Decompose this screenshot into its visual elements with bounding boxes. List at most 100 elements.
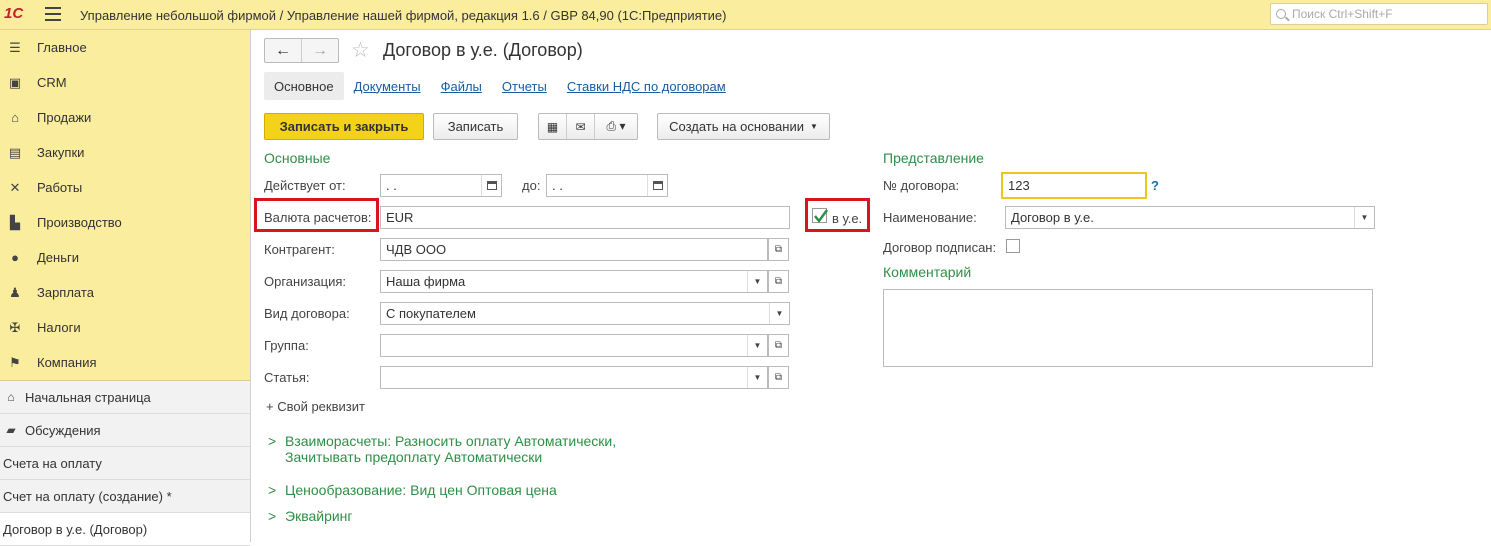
window-discussions[interactable]: ▰ Обсуждения	[0, 414, 250, 447]
sidebar-item-label: CRM	[37, 75, 67, 90]
sidebar-item-label: Зарплата	[37, 285, 94, 300]
search-input[interactable]: Поиск Ctrl+Shift+F	[1270, 3, 1488, 25]
currency-label: Валюта расчетов:	[264, 210, 372, 225]
back-arrow-icon[interactable]: ←	[265, 39, 302, 62]
sidebar-item-money[interactable]: ● Деньги	[0, 240, 250, 275]
1c-logo[interactable]: 1С	[4, 5, 23, 22]
tab-reports[interactable]: Отчеты	[492, 72, 557, 100]
tab-main[interactable]: Основное	[264, 72, 344, 100]
main-group-title: Основные	[264, 150, 331, 166]
mail-icon[interactable]: ✉	[567, 114, 595, 139]
sidebar-item-crm[interactable]: ▣ CRM	[0, 65, 250, 100]
create-based-on-button[interactable]: Создать на основании ▼	[657, 113, 830, 140]
help-icon[interactable]: ?	[1151, 178, 1159, 193]
sidebar-item-label: Компания	[37, 355, 97, 370]
sidebar-item-company[interactable]: ⚑ Компания	[0, 345, 250, 380]
tab-files[interactable]: Файлы	[431, 72, 492, 100]
open-counterparty-icon[interactable]: ⧉	[768, 238, 789, 261]
contract-type-label: Вид договора:	[264, 306, 350, 321]
chevron-right-icon: >	[268, 508, 277, 524]
section-panel: ☰ Главное ▣ CRM ⌂ Продажи ▤ Закупки ✕ Работы …	[0, 30, 250, 381]
favorite-star-icon[interactable]: ☆	[351, 38, 370, 63]
window-home[interactable]: ⌂ Начальная страница	[0, 381, 250, 414]
flag-icon: ⚑	[9, 354, 21, 370]
home-icon: ⌂	[7, 390, 15, 404]
page-title: Договор в у.е. (Договор)	[383, 40, 583, 60]
contract-number-field[interactable]: 123	[1001, 172, 1147, 199]
settlements-line2: Зачитывать предоплату Автоматически	[285, 449, 543, 465]
window-invoice-new[interactable]: Счет на оплату (создание) *	[0, 480, 250, 513]
open-organization-icon[interactable]: ⧉	[768, 270, 789, 293]
chat-icon: ▰	[6, 423, 16, 437]
settlements-group[interactable]: > Взаиморасчеты: Разносить оплату Автома…	[268, 433, 616, 465]
valid-from-label: Действует от:	[264, 178, 346, 193]
nav-buttons: ← →	[264, 38, 339, 63]
main-menu-icon[interactable]	[45, 7, 61, 21]
acquiring-group[interactable]: > Эквайринг	[268, 508, 353, 524]
contract-name-field[interactable]: Договор в у.е. ▼	[1005, 206, 1375, 229]
article-label: Статья:	[264, 370, 310, 385]
comment-field[interactable]	[883, 289, 1373, 367]
calendar-icon[interactable]	[481, 175, 501, 196]
chevron-right-icon: >	[268, 433, 277, 449]
sidebar-item-sales[interactable]: ⌂ Продажи	[0, 100, 250, 135]
tools-icon: ✕	[9, 179, 21, 195]
sidebar: ☰ Главное ▣ CRM ⌂ Продажи ▤ Закупки ✕ Работы …	[0, 30, 251, 546]
sidebar-item-label: Работы	[37, 180, 83, 195]
tab-documents[interactable]: Документы	[344, 72, 431, 100]
sidebar-item-main[interactable]: ☰ Главное	[0, 30, 250, 65]
article-field[interactable]: ▼	[380, 366, 768, 389]
chevron-right-icon: >	[268, 482, 277, 498]
sidebar-item-works[interactable]: ✕ Работы	[0, 170, 250, 205]
organization-label: Организация:	[264, 274, 347, 289]
valid-from-field[interactable]: . .	[380, 174, 502, 197]
add-custom-attribute-button[interactable]: + Свой реквизит	[266, 399, 365, 414]
sidebar-item-label: Производство	[37, 215, 122, 230]
report-icon[interactable]: ▦	[539, 114, 567, 139]
contract-name-label: Наименование:	[883, 210, 977, 225]
in-cu-checkbox[interactable]	[812, 208, 829, 224]
toolbar-icon-group: ▦ ✉ ⎙ ▾	[538, 113, 638, 140]
counterparty-field[interactable]: ЧДВ ООО	[380, 238, 768, 261]
top-bar: 1С Управление небольшой фирмой / Управле…	[0, 0, 1491, 30]
forward-arrow-icon[interactable]: →	[302, 39, 338, 62]
form-area: ← → ☆ Договор в у.е. (Договор) Основное …	[252, 30, 1491, 542]
chevron-down-icon[interactable]: ▼	[747, 271, 767, 292]
window-contract[interactable]: Договор в у.е. (Договор)	[0, 513, 250, 546]
valid-to-label: до:	[522, 178, 541, 193]
menu-icon: ☰	[9, 39, 21, 55]
chevron-down-icon[interactable]: ▼	[747, 367, 767, 388]
sidebar-item-production[interactable]: ▙ Производство	[0, 205, 250, 240]
group-field[interactable]: ▼	[380, 334, 768, 357]
window-label: Счета на оплату	[3, 455, 102, 471]
valid-from-value: . .	[386, 178, 397, 193]
contract-signed-checkbox[interactable]	[1006, 239, 1020, 253]
open-article-icon[interactable]: ⧉	[768, 366, 789, 389]
organization-field[interactable]: Наша фирма ▼	[380, 270, 768, 293]
chevron-down-icon[interactable]: ▼	[769, 303, 789, 324]
save-button[interactable]: Записать	[433, 113, 518, 140]
window-invoices[interactable]: Счета на оплату	[0, 447, 250, 480]
open-group-icon[interactable]: ⧉	[768, 334, 789, 357]
pricing-group[interactable]: > Ценообразование: Вид цен Оптовая цена	[268, 482, 557, 498]
in-cu-label: в у.е.	[832, 211, 863, 226]
cart-icon: ▤	[8, 144, 22, 160]
save-and-close-button[interactable]: Записать и закрыть	[264, 113, 424, 140]
valid-to-value: . .	[552, 178, 563, 193]
sidebar-item-salary[interactable]: ♟ Зарплата	[0, 275, 250, 310]
tab-vat-rates[interactable]: Ставки НДС по договорам	[557, 72, 736, 100]
chevron-down-icon[interactable]: ▼	[1354, 207, 1374, 228]
checkmark-icon	[814, 209, 829, 224]
contract-type-field[interactable]: С покупателем ▼	[380, 302, 790, 325]
print-icon[interactable]: ⎙ ▾	[595, 114, 637, 139]
currency-field[interactable]: EUR	[380, 206, 790, 229]
valid-to-field[interactable]: . .	[546, 174, 668, 197]
sidebar-item-taxes[interactable]: ✠ Налоги	[0, 310, 250, 345]
calendar-icon[interactable]	[647, 175, 667, 196]
sidebar-item-label: Налоги	[37, 320, 81, 335]
chevron-down-icon[interactable]: ▼	[747, 335, 767, 356]
sidebar-item-purchases[interactable]: ▤ Закупки	[0, 135, 250, 170]
ruble-icon: ●	[11, 250, 19, 265]
factory-icon: ▙	[10, 214, 20, 230]
comment-group-title: Комментарий	[883, 264, 972, 280]
